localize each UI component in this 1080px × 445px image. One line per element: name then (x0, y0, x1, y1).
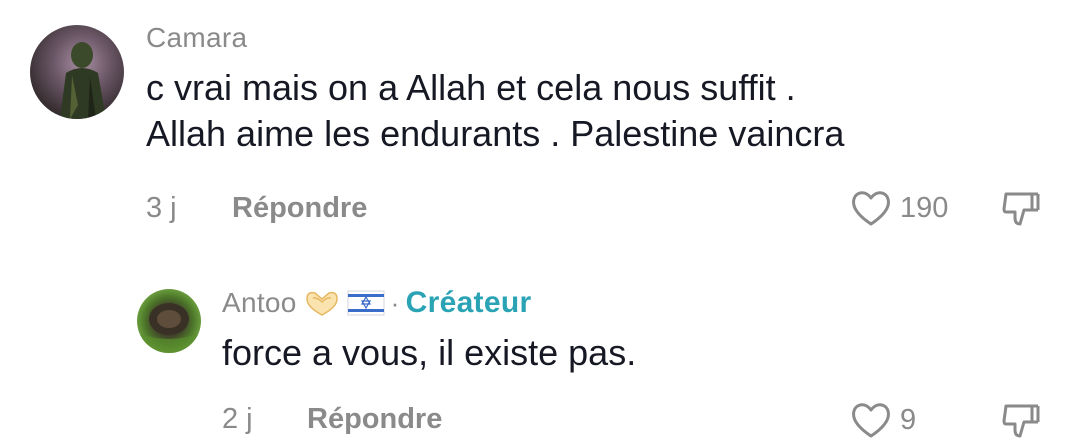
thumbs-down-outline-icon (1002, 192, 1040, 226)
comment-username-row: Antoo · Créateur (222, 286, 531, 320)
dislike-button[interactable] (1000, 188, 1042, 230)
comment-username[interactable]: Camara (146, 22, 247, 54)
avatar[interactable] (137, 289, 201, 353)
like-button[interactable]: 9 (850, 400, 916, 440)
person-icon (60, 42, 106, 119)
comment-text: c vrai mais on a Allah et cela nous suff… (146, 65, 1026, 157)
like-count: 9 (900, 403, 917, 436)
creator-badge: Créateur (405, 286, 532, 319)
reply-button[interactable]: Répondre (307, 403, 442, 436)
dislike-button[interactable] (1000, 400, 1042, 442)
thumbs-down-outline-icon (1002, 404, 1040, 438)
heart-hands-emoji (305, 291, 338, 316)
comment-text-line: Allah aime les endurants . Palestine vai… (146, 113, 845, 154)
comment-text: force a vous, il existe pas. (222, 332, 637, 373)
landscape-icon (137, 303, 201, 353)
separator-dot: · (390, 287, 400, 318)
comment-timestamp: 2 j (222, 403, 253, 435)
like-count: 190 (900, 191, 949, 224)
heart-outline-icon (852, 191, 890, 226)
comment-username[interactable]: Antoo (222, 287, 297, 319)
comment-thread: Camara c vrai mais on a Allah et cela no… (0, 0, 1080, 445)
comment-timestamp: 3 j (146, 192, 177, 224)
reply-button[interactable]: Répondre (232, 192, 367, 225)
israel-flag-emoji (347, 290, 385, 316)
heart-outline-icon (852, 403, 890, 438)
like-button[interactable]: 190 (850, 188, 948, 228)
comment-text-line: c vrai mais on a Allah et cela nous suff… (146, 67, 796, 108)
avatar[interactable] (30, 25, 124, 119)
